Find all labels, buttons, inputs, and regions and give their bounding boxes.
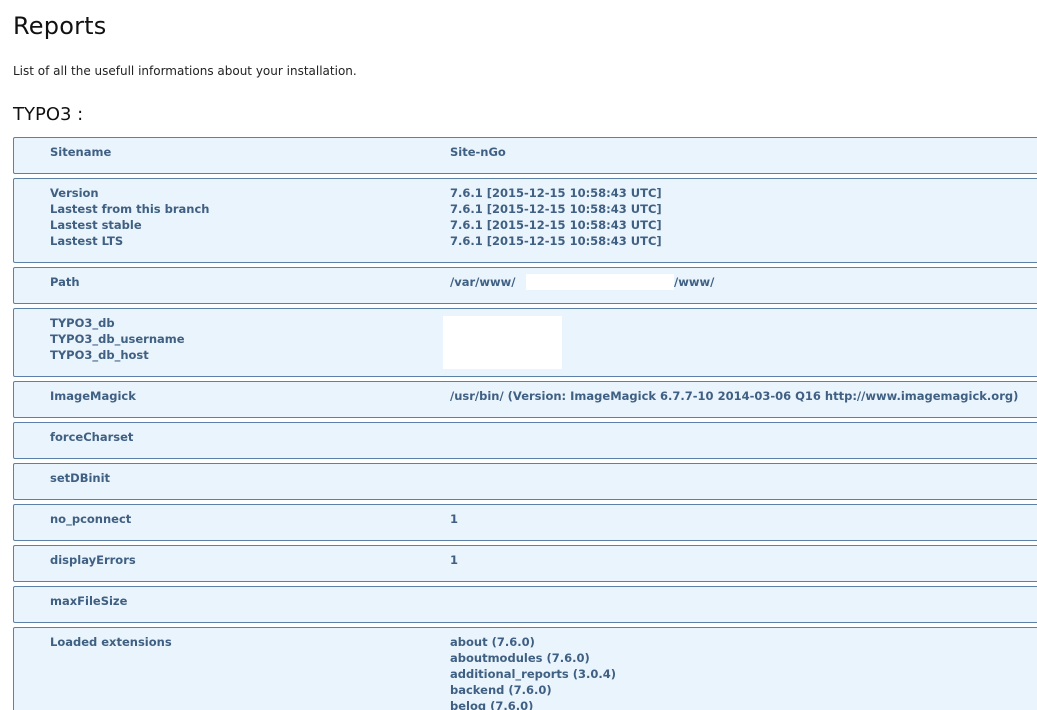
row-label: Lastest stable [50, 218, 142, 232]
row-label: ImageMagick [50, 389, 136, 403]
row-value: 1 [450, 512, 459, 526]
report-row: displayErrors 1 [14, 552, 1037, 568]
row-label: Version [50, 186, 99, 200]
report-row: backend (7.6.0) [14, 682, 1037, 698]
report-block-version: Version 7.6.1 [2015-12-15 10:58:43 UTC] … [13, 178, 1037, 263]
report-row: setDBinit [14, 470, 1037, 486]
row-label: TYPO3_db_username [50, 332, 185, 346]
report-row: no_pconnect 1 [14, 511, 1037, 527]
report-block-set-db-init: setDBinit [13, 463, 1037, 500]
row-label: forceCharset [50, 430, 134, 444]
extension-item: aboutmodules (7.6.0) [450, 651, 590, 665]
row-label: Path [50, 275, 80, 289]
extension-item: about (7.6.0) [450, 635, 535, 649]
report-block-max-file-size: maxFileSize [13, 586, 1037, 623]
report-block-imagemagick: ImageMagick /usr/bin/ (Version: ImageMag… [13, 381, 1037, 418]
row-value: 1 [450, 553, 459, 567]
row-label: Loaded extensions [50, 635, 172, 649]
row-label: TYPO3_db [50, 316, 115, 330]
report-block-path: Path /var/www/ /www/ [13, 267, 1037, 304]
row-label: Sitename [50, 145, 112, 159]
row-value: 7.6.1 [2015-12-15 10:58:43 UTC] [450, 202, 662, 216]
path-value-prefix: /var/www/ [450, 275, 516, 289]
row-value: 7.6.1 [2015-12-15 10:58:43 UTC] [450, 218, 662, 232]
row-label: setDBinit [50, 471, 111, 485]
section-title: TYPO3 : [13, 104, 84, 125]
report-row: Loaded extensions about (7.6.0) [14, 634, 1037, 650]
report-row: Lastest stable 7.6.1 [2015-12-15 10:58:4… [14, 217, 1037, 233]
row-label: maxFileSize [50, 594, 128, 608]
report-block-loaded-extensions: Loaded extensions about (7.6.0) aboutmod… [13, 627, 1037, 710]
report-row: belog (7.6.0) [14, 698, 1037, 710]
page-description: List of all the usefull informations abo… [13, 64, 357, 78]
row-label: Lastest LTS [50, 234, 124, 248]
page-title: Reports [13, 12, 107, 40]
report-block-db: TYPO3_db TYPO3_db_username TYPO3_db_host [13, 308, 1037, 377]
row-value: Site-nGo [450, 145, 506, 159]
report-row: Sitename Site-nGo [14, 144, 1037, 160]
report-row: maxFileSize [14, 593, 1037, 609]
extension-item: additional_reports (3.0.4) [450, 667, 617, 681]
report-block-sitename: Sitename Site-nGo [13, 137, 1037, 174]
report-row: Path /var/www/ /www/ [14, 274, 1037, 290]
extension-item: backend (7.6.0) [450, 683, 552, 697]
row-label: displayErrors [50, 553, 136, 567]
report-row: Version 7.6.1 [2015-12-15 10:58:43 UTC] [14, 185, 1037, 201]
row-value: 7.6.1 [2015-12-15 10:58:43 UTC] [450, 234, 662, 248]
extension-item: belog (7.6.0) [450, 699, 534, 710]
path-value-suffix: /www/ [674, 275, 715, 289]
report-block-display-errors: displayErrors 1 [13, 545, 1037, 582]
redacted-region [526, 274, 674, 290]
row-label: TYPO3_db_host [50, 348, 149, 362]
row-value: 7.6.1 [2015-12-15 10:58:43 UTC] [450, 186, 662, 200]
report-row: additional_reports (3.0.4) [14, 666, 1037, 682]
report-block-force-charset: forceCharset [13, 422, 1037, 459]
report-row: Lastest from this branch 7.6.1 [2015-12-… [14, 201, 1037, 217]
report-row: Lastest LTS 7.6.1 [2015-12-15 10:58:43 U… [14, 233, 1037, 249]
report-row: forceCharset [14, 429, 1037, 445]
row-label: no_pconnect [50, 512, 132, 526]
redacted-region [443, 316, 562, 369]
row-label: Lastest from this branch [50, 202, 210, 216]
report-row: ImageMagick /usr/bin/ (Version: ImageMag… [14, 388, 1037, 404]
report-block-no-pconnect: no_pconnect 1 [13, 504, 1037, 541]
report-row: aboutmodules (7.6.0) [14, 650, 1037, 666]
row-value: /usr/bin/ (Version: ImageMagick 6.7.7-10… [450, 389, 1019, 403]
